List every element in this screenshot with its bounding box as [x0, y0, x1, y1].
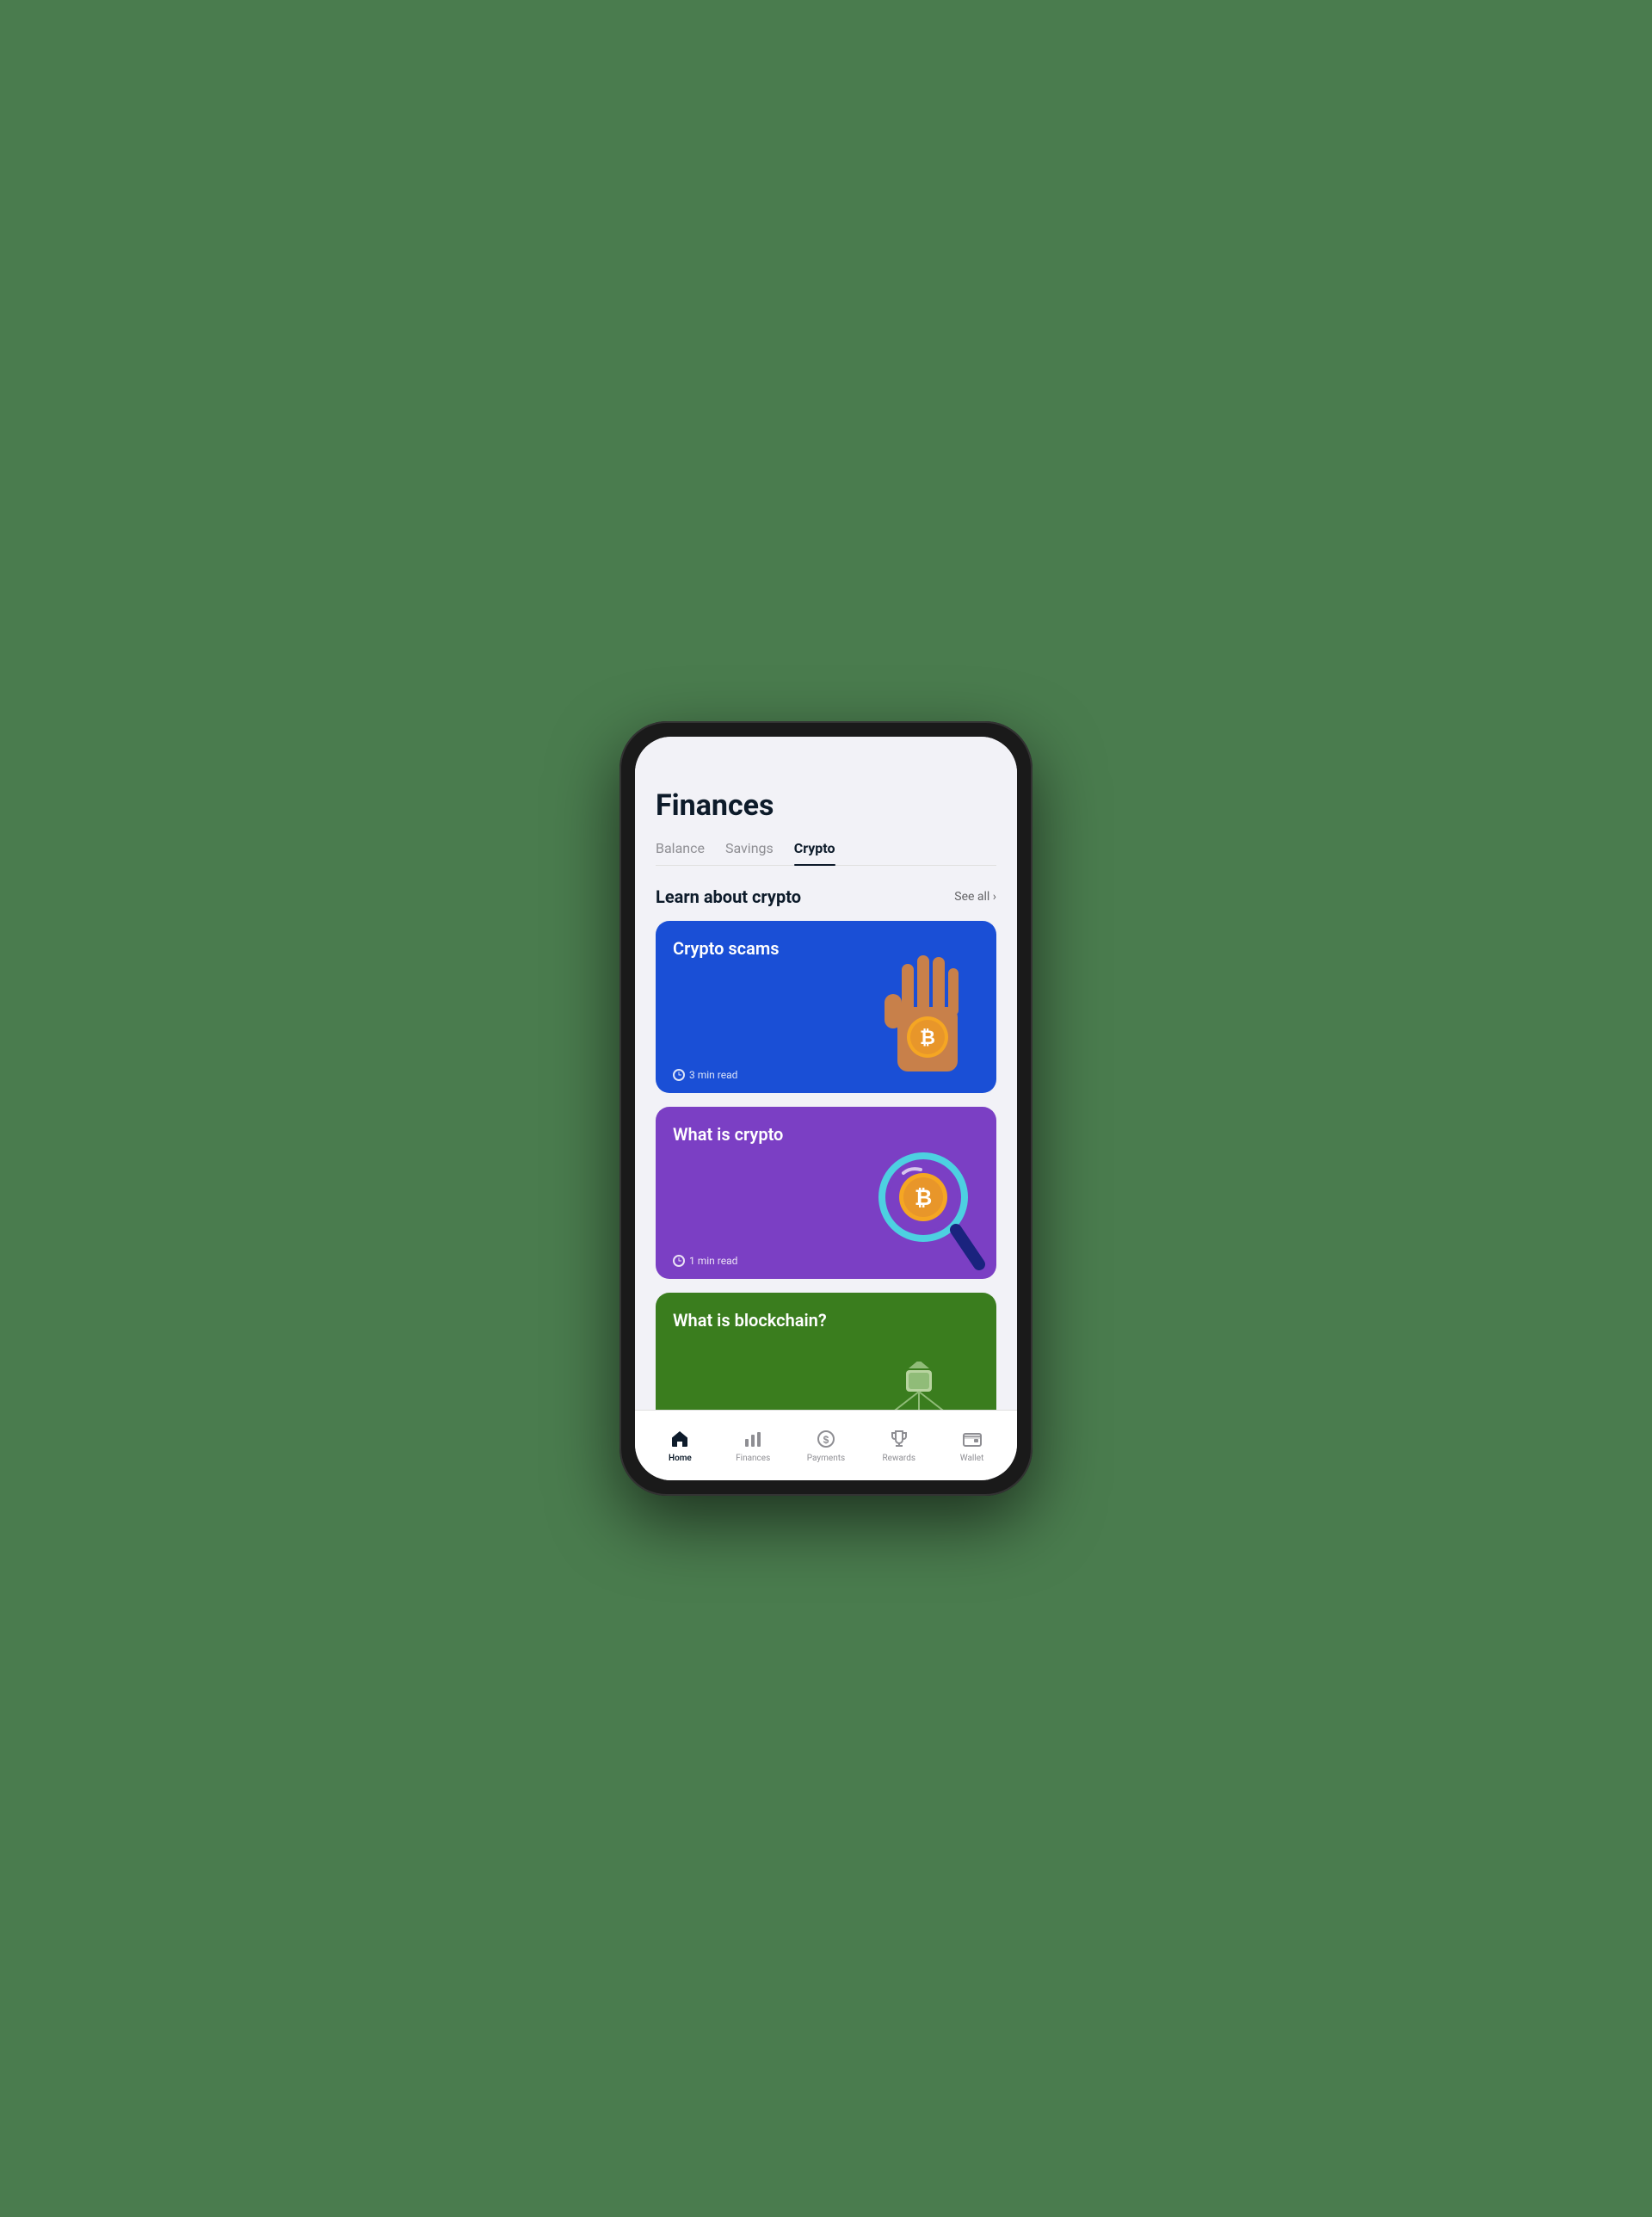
card-title-what-is-blockchain: What is blockchain? — [673, 1310, 827, 1331]
page-title: Finances — [656, 788, 996, 823]
tab-crypto[interactable]: Crypto — [794, 840, 835, 865]
card-title-what-is-crypto: What is crypto — [673, 1124, 783, 1145]
tab-balance[interactable]: Balance — [656, 840, 705, 865]
card-what-is-blockchain[interactable]: What is blockchain? — [656, 1293, 996, 1410]
content-area: Finances Balance Savings Crypto Learn ab — [635, 775, 1017, 1410]
card-read-time-1: 3 min read — [673, 1069, 737, 1081]
nav-label-finances: Finances — [736, 1454, 770, 1463]
svg-text:$: $ — [823, 1434, 829, 1446]
dollar-icon: $ — [815, 1428, 837, 1450]
header: Finances Balance Savings Crypto — [635, 775, 1017, 886]
nav-label-rewards: Rewards — [883, 1454, 916, 1463]
cards-container: Crypto scams — [635, 921, 1017, 1410]
nav-item-payments[interactable]: $ Payments — [800, 1428, 852, 1463]
hand-bitcoin-illustration: ₿ — [876, 947, 979, 1084]
tab-bar: Balance Savings Crypto — [656, 840, 996, 866]
nav-item-wallet[interactable]: Wallet — [946, 1428, 998, 1463]
tab-savings[interactable]: Savings — [725, 840, 774, 865]
card-read-time-2: 1 min read — [673, 1255, 737, 1267]
clock-icon-2 — [673, 1255, 685, 1267]
svg-text:₿: ₿ — [920, 1027, 935, 1048]
card-crypto-scams[interactable]: Crypto scams — [656, 921, 996, 1093]
svg-text:₿: ₿ — [915, 1186, 932, 1210]
nav-label-home: Home — [669, 1454, 692, 1463]
nav-label-payments: Payments — [807, 1454, 845, 1463]
nav-label-wallet: Wallet — [960, 1454, 984, 1463]
nav-item-rewards[interactable]: Rewards — [873, 1428, 925, 1463]
card-what-is-crypto[interactable]: What is crypto ₿ — [656, 1107, 996, 1279]
section-header: Learn about crypto See all › — [635, 886, 1017, 921]
bar-chart-icon — [742, 1428, 764, 1450]
phone-screen: Finances Balance Savings Crypto Learn ab — [635, 737, 1017, 1480]
blockchain-illustration — [859, 1362, 979, 1410]
magnifier-bitcoin-illustration: ₿ — [867, 1137, 988, 1275]
nav-item-home[interactable]: Home — [654, 1428, 706, 1463]
status-bar — [635, 737, 1017, 775]
see-all-button[interactable]: See all › — [954, 890, 996, 904]
card-title-crypto-scams: Crypto scams — [673, 938, 780, 959]
section-title: Learn about crypto — [656, 886, 801, 907]
bottom-navigation: Home Finances $ — [635, 1410, 1017, 1480]
trophy-icon — [888, 1428, 910, 1450]
phone-frame: Finances Balance Savings Crypto Learn ab — [620, 721, 1032, 1496]
home-icon — [669, 1428, 691, 1450]
wallet-icon — [961, 1428, 983, 1450]
nav-item-finances[interactable]: Finances — [727, 1428, 779, 1463]
clock-icon-1 — [673, 1069, 685, 1081]
